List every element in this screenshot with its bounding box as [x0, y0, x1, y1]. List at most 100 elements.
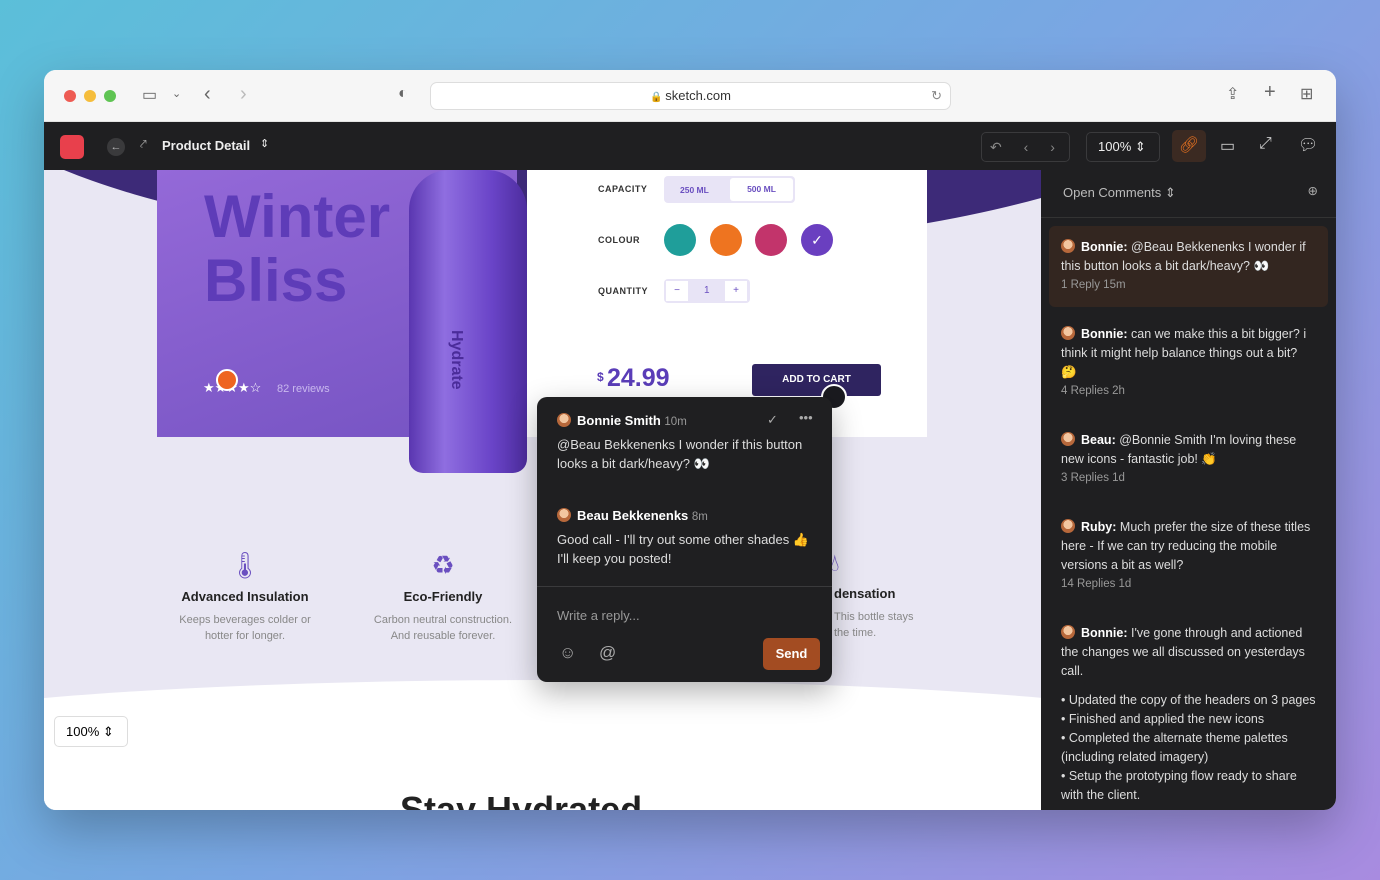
history-controls: ↶ ‹ ›: [981, 132, 1070, 162]
reload-icon[interactable]: ↻: [931, 83, 942, 109]
undo-icon[interactable]: ↶: [990, 139, 1002, 155]
new-tab-icon[interactable]: +: [1264, 81, 1276, 104]
comments-sidebar: Open Comments ⇕ ⊕ Bonnie: @Beau Bekkenen…: [1041, 170, 1336, 810]
comment-item[interactable]: Ruby: Much prefer the size of these titl…: [1049, 506, 1328, 606]
comment-author: Bonnie:: [1081, 327, 1128, 341]
feature-desc: And reusable forever.: [390, 630, 496, 642]
comment-time: 10m: [664, 416, 687, 428]
reviews-count[interactable]: 82 reviews: [277, 383, 330, 395]
design-canvas: Winter Bliss ★★★★☆ 82 reviews Hydrate CA…: [44, 170, 1041, 810]
decrement-button[interactable]: −: [666, 281, 688, 301]
sidebar-icon[interactable]: ▭: [142, 85, 157, 105]
feature-advanced-insulation: 🌡︎ Advanced Insulation Keeps beverages c…: [145, 550, 345, 644]
comment-item[interactable]: Beau: @Bonnie Smith I'm loving these new…: [1049, 419, 1328, 500]
comment-author: Bonnie:: [1081, 240, 1128, 254]
comment-pin[interactable]: [216, 369, 238, 391]
price: 24.99: [607, 364, 670, 392]
chevron-updown-icon[interactable]: ⇕: [260, 137, 269, 150]
comment-bullet: • Updated the copy of the headers on 3 p…: [1061, 693, 1316, 707]
fullscreen-icon[interactable]: ⤢: [1259, 135, 1272, 153]
comments-icon[interactable]: 💬︎: [1298, 135, 1318, 155]
colour-swatch-purple-selected[interactable]: ✓: [801, 224, 833, 256]
colour-swatch-orange[interactable]: [710, 224, 742, 256]
feature-desc: This bottle stays: [834, 611, 914, 623]
price-currency: $: [597, 370, 604, 384]
share-icon[interactable]: ⇪: [1226, 84, 1239, 104]
comment-meta: 4 Replies 2h: [1061, 385, 1125, 397]
previous-icon[interactable]: ‹: [1024, 139, 1029, 155]
address-bar[interactable]: 🔒 sketch.com ↻: [430, 82, 951, 110]
add-comment-icon[interactable]: ⊕: [1308, 183, 1318, 198]
shield-icon[interactable]: ◐: [398, 85, 408, 103]
canvas-zoom-select[interactable]: 100% ⇕: [54, 716, 128, 747]
resolve-icon[interactable]: ✓: [767, 412, 778, 428]
url-text: sketch.com: [665, 88, 731, 103]
zoom-value: 100%: [1098, 139, 1132, 154]
product-title-line1: Winter: [204, 183, 391, 250]
lock-icon: 🔒: [650, 92, 666, 103]
back-button[interactable]: ←: [107, 138, 125, 156]
sketch-logo[interactable]: [60, 135, 84, 159]
comment-meta: 3 Replies 1d: [1061, 472, 1125, 484]
feature-title: Eco-Friendly: [403, 589, 483, 604]
increment-button[interactable]: +: [725, 281, 747, 301]
comment-item[interactable]: Bonnie: I've gone through and actio­ned …: [1049, 612, 1328, 810]
capacity-label: CAPACITY: [598, 184, 648, 194]
comment-author: Bonnie Smith: [577, 413, 661, 428]
send-button[interactable]: Send: [763, 638, 820, 670]
mention-icon[interactable]: @: [599, 643, 616, 663]
feature-desc: the time.: [834, 627, 877, 639]
prototype-icon: ⤤: [140, 137, 147, 151]
colour-swatch-teal[interactable]: [664, 224, 696, 256]
comment-author: Ruby:: [1081, 520, 1117, 534]
comments-filter[interactable]: Open Comments ⇕: [1063, 185, 1176, 201]
comment-text: Good call - I'll try out some other shad…: [557, 532, 810, 566]
product-title-line2: Bliss: [204, 247, 348, 314]
capacity-toggle: 250 ML 500 ML: [664, 176, 795, 203]
comment-text: @Beau Bekkenenks I wonder if this button…: [557, 437, 803, 471]
maximize-button[interactable]: [104, 90, 116, 102]
close-button[interactable]: [64, 90, 76, 102]
minimize-button[interactable]: [84, 90, 96, 102]
tab-overview-icon[interactable]: ⊞: [1300, 84, 1313, 104]
feature-desc: Keeps beverages colder or: [179, 614, 311, 626]
add-to-cart-button[interactable]: ADD TO CART: [752, 364, 881, 396]
quantity-stepper: − 1 +: [664, 279, 750, 303]
emoji-icon[interactable]: ☺: [559, 643, 576, 663]
quantity-value[interactable]: 1: [704, 285, 710, 296]
feature-desc: Carbon neutral construction.: [373, 614, 513, 626]
back-icon[interactable]: ‹: [204, 83, 211, 106]
comment-item[interactable]: Bonnie: @Beau Bekkenenks I won­der if th…: [1049, 226, 1328, 307]
reply-input[interactable]: Write a reply...: [557, 608, 640, 623]
capacity-option-500[interactable]: 500 ML: [730, 178, 793, 201]
comment-meta: 1 Reply 15m: [1061, 279, 1126, 291]
comment-bullet: • Setup the prototyping flow ready to sh…: [1061, 769, 1297, 802]
bottle-image: Hydrate: [409, 170, 527, 473]
capacity-option-250[interactable]: 250 ML: [680, 185, 709, 195]
comment-item[interactable]: Bonnie: can we make this a bit big­ger? …: [1049, 313, 1328, 413]
browser-window: ▭ ⌄ ‹ › ◐ 🔒 sketch.com ↻ ⇪ + ⊞ ← ⤤ Produc…: [44, 70, 1336, 810]
colour-label: COLOUR: [598, 235, 640, 245]
zoom-select[interactable]: 100% ⇕: [1086, 132, 1160, 162]
avatar: [1061, 432, 1075, 446]
comment-author: Beau:: [1081, 433, 1116, 447]
divider: [537, 586, 832, 587]
next-icon[interactable]: ›: [1050, 139, 1055, 155]
chevron-down-icon[interactable]: ⌄: [172, 87, 181, 100]
avatar: [1061, 625, 1075, 639]
colour-swatch-pink[interactable]: [755, 224, 787, 256]
avatar: [1061, 239, 1075, 253]
more-icon[interactable]: •••: [799, 410, 813, 425]
avatar: [557, 413, 571, 427]
bottle-brand: Hydrate: [448, 330, 465, 390]
forward-icon[interactable]: ›: [240, 83, 247, 106]
presentation-icon[interactable]: ▭: [1220, 136, 1235, 156]
canvas-zoom-value: 100%: [66, 724, 100, 739]
comment-bullet: • Finished and applied the new icons: [1061, 712, 1265, 726]
section-heading: Stay Hydrated: [400, 789, 643, 811]
comment-meta: 14 Replies 1d: [1061, 578, 1132, 590]
avatar: [1061, 519, 1075, 533]
document-title[interactable]: Product Detail: [162, 138, 250, 153]
link-icon[interactable]: 🔗︎: [1172, 130, 1206, 162]
feature-condensation: 💧︎ densation This bottle stays the time.: [830, 550, 974, 641]
